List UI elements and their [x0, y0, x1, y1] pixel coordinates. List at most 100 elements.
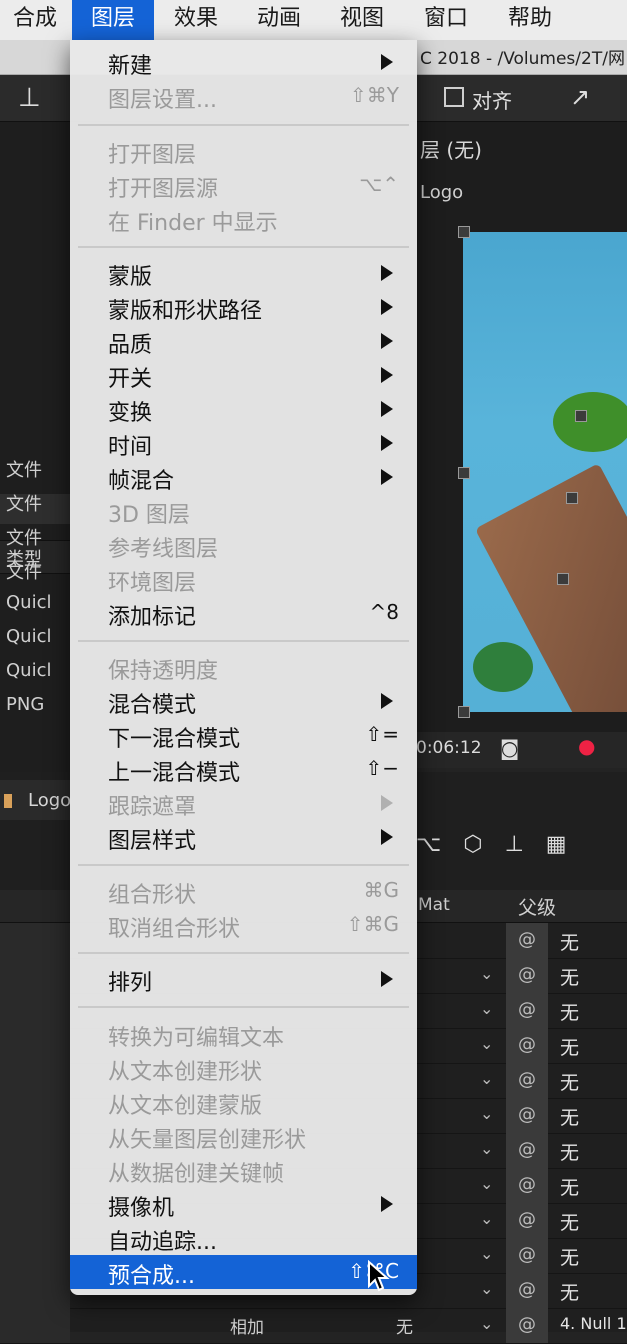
parent-value[interactable]: 无 [560, 963, 579, 990]
chevron-down-icon[interactable]: ⌄ [480, 1314, 493, 1333]
parent-value[interactable]: 无 [560, 1068, 579, 1095]
menu-item-label: 从文本创建蒙版 [108, 1094, 263, 1119]
transform-handle[interactable] [575, 410, 587, 422]
menu-item-guide-layer[interactable]: 参考线图层 [70, 528, 417, 562]
track-matte-column[interactable]: Mat [418, 895, 450, 915]
pickwhip-icon[interactable]: @ [506, 1098, 548, 1133]
pickwhip-icon[interactable]: @ [506, 1238, 548, 1273]
menu-item-3d-layer[interactable]: 3D 图层 [70, 494, 417, 528]
parent-value[interactable]: 无 [560, 1138, 579, 1165]
composition-viewer[interactable] [463, 232, 627, 712]
menu-item-keyframes-from-data[interactable]: 从数据创建关键帧 [70, 1153, 417, 1187]
menu-item-convert-editable-text[interactable]: 转换为可编辑文本 [70, 1017, 417, 1051]
pickwhip-icon[interactable]: @ [506, 1028, 548, 1063]
menu-item-preserve-transparency[interactable]: 保持透明度 [70, 650, 417, 684]
menu-item-add-marker[interactable]: 添加标记 ^8 [70, 596, 417, 630]
transform-handle[interactable] [458, 706, 470, 718]
menu-item-open-layer-source[interactable]: 打开图层源 ⌥⌃ [70, 168, 417, 202]
chevron-down-icon[interactable]: ⌄ [480, 1244, 493, 1263]
chevron-down-icon[interactable]: ⌄ [480, 964, 493, 983]
graph-editor-icon[interactable]: ▦ [546, 832, 589, 857]
menu-view[interactable]: 视图 [326, 0, 398, 40]
chevron-down-icon[interactable]: ⌄ [480, 1174, 493, 1193]
parent-value[interactable]: 无 [560, 998, 579, 1025]
expand-arrow-icon[interactable]: ↗ [570, 83, 590, 111]
parent-value[interactable]: 无 [560, 1033, 579, 1060]
parent-value[interactable]: 4. Null 1 [560, 1314, 627, 1333]
pickwhip-icon[interactable]: @ [506, 993, 548, 1028]
parent-value[interactable]: 无 [560, 1243, 579, 1270]
pickwhip-icon[interactable]: @ [506, 1203, 548, 1238]
menu-item-create-shapes-from-vector[interactable]: 从矢量图层创建形状 [70, 1119, 417, 1153]
menu-item-auto-trace[interactable]: 自动追踪... [70, 1221, 417, 1255]
menu-window[interactable]: 窗口 [410, 0, 482, 40]
comp-tab-logo[interactable]: Logo [420, 182, 463, 203]
pickwhip-icon[interactable]: @ [506, 958, 548, 993]
menu-composition[interactable]: 合成 [0, 0, 70, 40]
menu-animation[interactable]: 动画 [243, 0, 315, 40]
parent-value[interactable]: 无 [560, 1208, 579, 1235]
transform-handle[interactable] [566, 492, 578, 504]
menu-help[interactable]: 帮助 [494, 0, 566, 40]
hierarchy-icon[interactable]: ⌥ [416, 832, 463, 857]
chevron-down-icon[interactable]: ⌄ [480, 1069, 493, 1088]
menu-item-environment-layer[interactable]: 环境图层 [70, 562, 417, 596]
menu-item-reveal-in-finder[interactable]: 在 Finder 中显示 [70, 202, 417, 236]
transform-handle[interactable] [458, 226, 470, 238]
align-checkbox[interactable] [444, 87, 464, 107]
menu-item-pre-compose[interactable]: 预合成...⇧⌘C [70, 1255, 417, 1289]
menu-item-create-masks-from-text[interactable]: 从文本创建蒙版 [70, 1085, 417, 1119]
pickwhip-icon[interactable]: @ [506, 1308, 548, 1343]
chevron-down-icon[interactable]: ⌄ [480, 1104, 493, 1123]
menu-item-time[interactable]: 时间 [70, 426, 417, 460]
menu-item-transform[interactable]: 变换 [70, 392, 417, 426]
parent-column[interactable]: 父级 [518, 893, 556, 920]
menu-item-create-shapes-from-text[interactable]: 从文本创建形状 [70, 1051, 417, 1085]
table-row[interactable]: 相加 无 ⌄ @4. Null 1 [0, 1308, 627, 1344]
menu-item-layer-styles[interactable]: 图层样式 [70, 820, 417, 854]
menu-item-mask-shape-path[interactable]: 蒙版和形状路径 [70, 290, 417, 324]
menu-item-quality[interactable]: 品质 [70, 324, 417, 358]
cube-icon[interactable]: ⬡ [463, 832, 504, 857]
parent-value[interactable]: 无 [560, 928, 579, 955]
pickwhip-icon[interactable]: @ [506, 1273, 548, 1308]
snapshot-camera-icon[interactable]: ◙ [500, 736, 519, 760]
parent-value[interactable]: 无 [560, 1173, 579, 1200]
menu-layer[interactable]: 图层 [72, 0, 154, 40]
menu-item-camera[interactable]: 摄像机 [70, 1187, 417, 1221]
chevron-down-icon[interactable]: ⌄ [480, 999, 493, 1018]
pickwhip-icon[interactable]: @ [506, 1133, 548, 1168]
track-matte-value[interactable]: 无 [396, 1313, 413, 1338]
menu-item-switches[interactable]: 开关 [70, 358, 417, 392]
timeline-tab[interactable]: Logo [0, 780, 71, 820]
menu-item-next-blending-mode[interactable]: 下一混合模式 ⇧= [70, 718, 417, 752]
menu-item-previous-blending-mode[interactable]: 上一混合模式 ⇧− [70, 752, 417, 786]
chevron-down-icon[interactable]: ⌄ [480, 1279, 493, 1298]
menu-item-group-shapes[interactable]: 组合形状 ⌘G [70, 874, 417, 908]
pickwhip-icon[interactable]: @ [506, 1168, 548, 1203]
color-channels-icon[interactable]: ● [578, 734, 595, 758]
pickwhip-icon[interactable]: @ [506, 1063, 548, 1098]
chevron-down-icon[interactable]: ⌄ [480, 1209, 493, 1228]
parent-value[interactable]: 无 [560, 1278, 579, 1305]
transform-handle[interactable] [458, 467, 470, 479]
menu-item-arrange[interactable]: 排列 [70, 962, 417, 996]
blend-mode-value[interactable]: 相加 [230, 1313, 264, 1338]
transform-handle[interactable] [557, 573, 569, 585]
menu-effect[interactable]: 效果 [160, 0, 232, 40]
menu-item-open-layer[interactable]: 打开图层 [70, 134, 417, 168]
stamp-tool-icon[interactable]: ⊥ [18, 83, 41, 113]
menu-item-new[interactable]: 新建 [70, 45, 417, 79]
draft3d-icon[interactable]: ⊥ [505, 832, 546, 857]
timecode[interactable]: 0:06:12 [416, 738, 482, 758]
chevron-down-icon[interactable]: ⌄ [480, 1139, 493, 1158]
menu-item-layer-settings[interactable]: 图层设置... ⇧⌘Y [70, 79, 417, 113]
menu-item-track-matte[interactable]: 跟踪遮罩 [70, 786, 417, 820]
parent-value[interactable]: 无 [560, 1103, 579, 1130]
menu-item-mask[interactable]: 蒙版 [70, 256, 417, 290]
menu-item-ungroup-shapes[interactable]: 取消组合形状 ⇧⌘G [70, 908, 417, 942]
menu-item-frame-blending[interactable]: 帧混合 [70, 460, 417, 494]
menu-item-blending-mode[interactable]: 混合模式 [70, 684, 417, 718]
pickwhip-icon[interactable]: @ [506, 923, 548, 958]
chevron-down-icon[interactable]: ⌄ [480, 1034, 493, 1053]
